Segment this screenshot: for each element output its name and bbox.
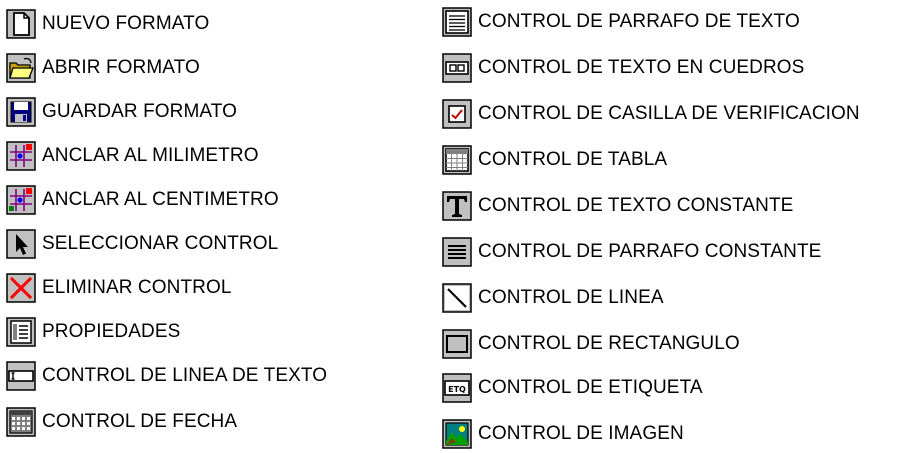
- legend-item-tabla: CONTROL DE TABLA: [442, 144, 667, 176]
- legend-item-linea: CONTROL DE LINEA: [442, 282, 664, 314]
- legend-item-casilla-verificacion: CONTROL DE CASILLA DE VERIFICACION: [442, 98, 860, 130]
- legend-item-imagen: CONTROL DE IMAGEN: [442, 418, 684, 450]
- legend-label: GUARDAR FORMATO: [42, 101, 238, 122]
- open-folder-icon: [6, 53, 36, 83]
- legend-item-nuevo-formato: NUEVO FORMATO: [6, 8, 209, 40]
- legend-item-seleccionar-control: SELECCIONAR CONTROL: [6, 228, 278, 260]
- legend-label: CONTROL DE RECTANGULO: [478, 333, 740, 354]
- legend-item-texto-constante: CONTROL DE TEXTO CONSTANTE: [442, 190, 793, 222]
- anchor-grid-cm-icon: [6, 185, 36, 215]
- legend-label: SELECCIONAR CONTROL: [42, 233, 279, 254]
- pointer-arrow-icon: [6, 229, 36, 259]
- constant-text-t-icon: [442, 191, 472, 221]
- legend-label: ABRIR FORMATO: [42, 57, 200, 78]
- legend-label: CONTROL DE ETIQUETA: [478, 377, 703, 398]
- properties-icon: [6, 317, 36, 347]
- text-paragraph-icon: [442, 7, 472, 37]
- new-document-icon: [6, 9, 36, 39]
- legend-item-control-fecha: CONTROL DE FECHA: [6, 406, 237, 438]
- legend-item-abrir-formato: ABRIR FORMATO: [6, 52, 200, 84]
- legend-label: ELIMINAR CONTROL: [42, 277, 232, 298]
- legend-item-parrafo-texto: CONTROL DE PARRAFO DE TEXTO: [442, 6, 800, 38]
- legend-label: ANCLAR AL MILIMETRO: [42, 145, 259, 166]
- legend-label: CONTROL DE LINEA: [478, 287, 664, 308]
- checkbox-icon: [442, 99, 472, 129]
- legend-label: CONTROL DE TEXTO CONSTANTE: [478, 195, 794, 216]
- legend-label: ANCLAR AL CENTIMETRO: [42, 189, 279, 210]
- legend-label: CONTROL DE IMAGEN: [478, 423, 684, 444]
- text-line-icon: [6, 361, 36, 391]
- delete-x-icon: [6, 273, 36, 303]
- legend-label: PROPIEDADES: [42, 321, 181, 342]
- legend-item-parrafo-constante: CONTROL DE PARRAFO CONSTANTE: [442, 236, 821, 268]
- legend-item-rectangulo: CONTROL DE RECTANGULO: [442, 328, 740, 360]
- legend-item-texto-cuedros: CONTROL DE TEXTO EN CUEDROS: [442, 52, 804, 84]
- legend-label: NUEVO FORMATO: [42, 13, 210, 34]
- legend-item-control-linea-texto: CONTROL DE LINEA DE TEXTO: [6, 360, 327, 392]
- legend-label: CONTROL DE PARRAFO DE TEXTO: [478, 11, 800, 32]
- toolbar-legend: NUEVO FORMATO ABRIR FORMATO GUARDAR FORM…: [0, 0, 919, 453]
- calendar-icon: [6, 407, 36, 437]
- legend-item-guardar-formato: GUARDAR FORMATO: [6, 96, 237, 128]
- label-etq-icon: ETQ: [442, 373, 472, 403]
- boxed-text-icon: [442, 53, 472, 83]
- legend-label: CONTROL DE CASILLA DE VERIFICACION: [478, 103, 860, 124]
- legend-item-anclar-centimetro: ANCLAR AL CENTIMETRO: [6, 184, 279, 216]
- line-icon: [442, 283, 472, 313]
- legend-label: CONTROL DE FECHA: [42, 411, 238, 432]
- rectangle-icon: [442, 329, 472, 359]
- legend-item-etiqueta: ETQ CONTROL DE ETIQUETA: [442, 372, 703, 404]
- legend-label: CONTROL DE LINEA DE TEXTO: [42, 365, 328, 386]
- legend-item-eliminar-control: ELIMINAR CONTROL: [6, 272, 232, 304]
- etq-icon-text: ETQ: [448, 385, 466, 394]
- anchor-grid-mm-icon: [6, 141, 36, 171]
- table-icon: [442, 145, 472, 175]
- legend-label: CONTROL DE TABLA: [478, 149, 668, 170]
- image-icon: [442, 419, 472, 449]
- legend-label: CONTROL DE PARRAFO CONSTANTE: [478, 241, 822, 262]
- save-floppy-icon: [6, 97, 36, 127]
- legend-label: CONTROL DE TEXTO EN CUEDROS: [478, 57, 805, 78]
- constant-paragraph-icon: [442, 237, 472, 267]
- legend-item-anclar-milimetro: ANCLAR AL MILIMETRO: [6, 140, 259, 172]
- legend-item-propiedades: PROPIEDADES: [6, 316, 180, 348]
